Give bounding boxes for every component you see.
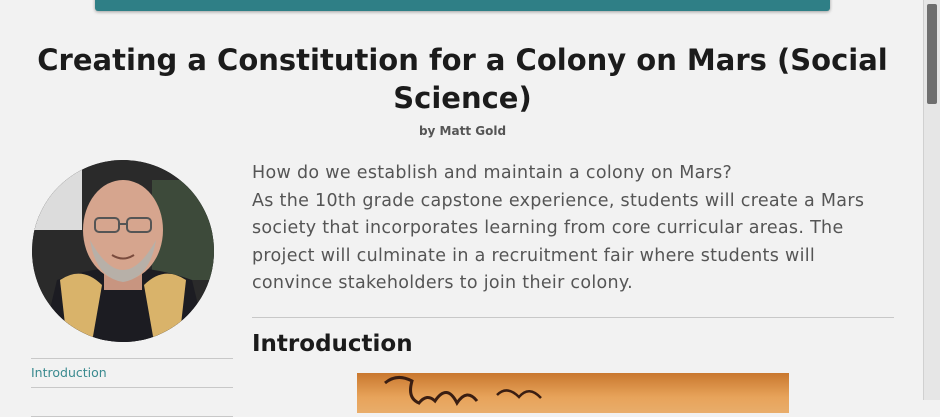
page-title: Creating a Constitution for a Colony on … xyxy=(37,43,888,115)
author-byline: by Matt Gold xyxy=(418,124,507,138)
sidebar-item-next[interactable] xyxy=(31,388,233,417)
project-intro: How do we establish and maintain a colon… xyxy=(252,160,892,298)
top-navigation-bar xyxy=(95,0,830,11)
vertical-scrollbar[interactable] xyxy=(923,0,940,400)
sidebar-item-introduction[interactable]: Introduction xyxy=(31,359,233,388)
constitution-image xyxy=(357,373,789,413)
sidebar-navigation: Introduction xyxy=(31,358,233,417)
scrollbar-thumb[interactable] xyxy=(927,4,937,104)
author-avatar xyxy=(32,160,214,342)
section-divider xyxy=(252,317,894,318)
intro-description: As the 10th grade capstone experience, s… xyxy=(252,190,865,294)
section-heading-introduction: Introduction xyxy=(252,331,413,357)
intro-question: How do we establish and maintain a colon… xyxy=(252,163,733,183)
